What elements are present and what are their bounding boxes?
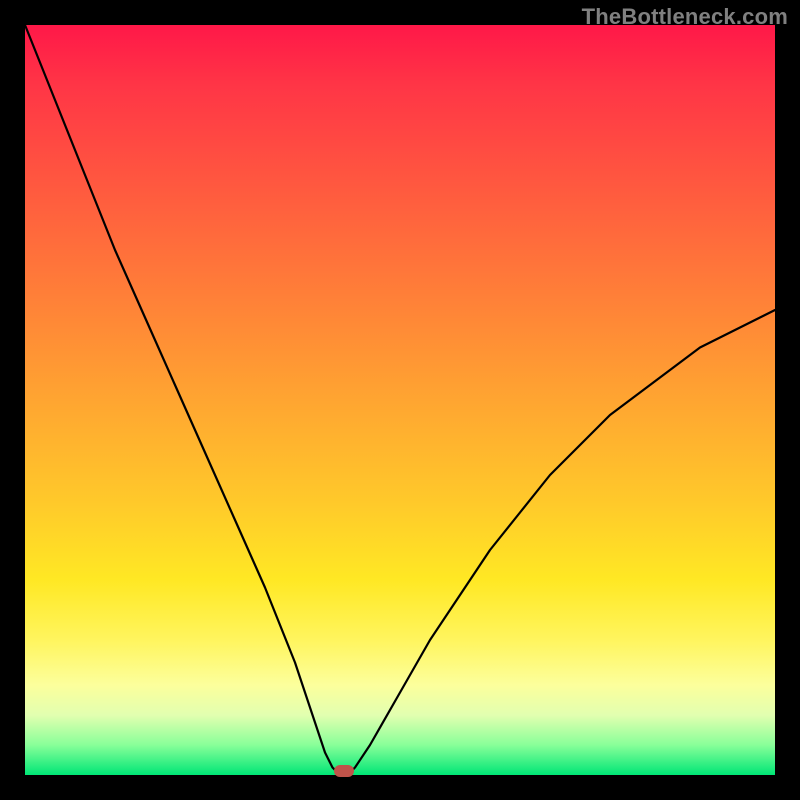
optimum-marker xyxy=(334,765,354,777)
plot-area xyxy=(25,25,775,775)
watermark-text: TheBottleneck.com xyxy=(582,4,788,30)
chart-frame: TheBottleneck.com xyxy=(0,0,800,800)
bottleneck-curve xyxy=(25,25,775,775)
